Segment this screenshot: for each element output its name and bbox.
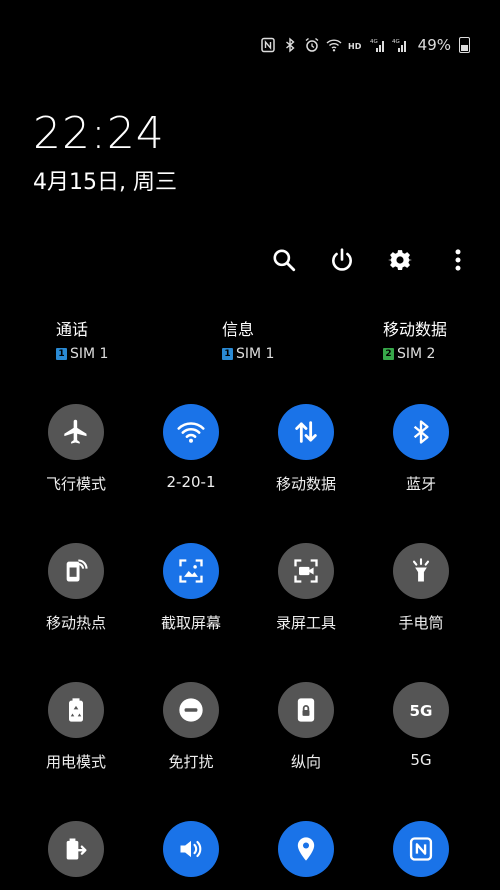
- tile-mobile-data[interactable]: 移动数据: [251, 404, 361, 494]
- more-vert-icon: [455, 249, 461, 271]
- tile-label: 免打扰: [168, 753, 214, 771]
- svg-text:5G: 5G: [410, 702, 433, 720]
- do-not-disturb-icon: [179, 698, 203, 722]
- gear-icon: [388, 250, 413, 271]
- battery-icon: [459, 37, 470, 53]
- tile-label: 2-20-1: [166, 473, 216, 491]
- search-button[interactable]: [270, 246, 298, 274]
- battery-level: 49%: [417, 36, 451, 54]
- alarm-icon: [304, 37, 320, 53]
- bluetooth-icon: [282, 37, 298, 53]
- more-options-button[interactable]: [444, 246, 472, 274]
- power-icon: [332, 248, 352, 271]
- tile-bluetooth[interactable]: 蓝牙: [366, 404, 476, 494]
- airplane-icon: [64, 419, 87, 444]
- portrait-lock-icon: [297, 698, 315, 722]
- sim-badge: 2: [383, 348, 394, 360]
- tile-do-not-disturb[interactable]: 免打扰: [136, 682, 246, 772]
- tile-screen-recorder[interactable]: 录屏工具: [251, 543, 361, 633]
- bluetooth-icon: [413, 420, 429, 444]
- nfc-icon: [260, 37, 276, 53]
- tile-flashlight[interactable]: 手电筒: [366, 543, 476, 633]
- tile-label: 飞行模式: [45, 475, 106, 493]
- sim-messages-title: 信息: [222, 320, 255, 339]
- tile-label: 5G: [410, 751, 432, 769]
- tile-label: 手电筒: [398, 614, 444, 632]
- search-icon: [273, 249, 296, 272]
- tile-nfc[interactable]: [366, 821, 476, 890]
- sim-mobile-data-value: SIM 2: [397, 346, 436, 362]
- screen-record-icon: [294, 559, 318, 583]
- tile-label: 移动数据: [275, 475, 336, 493]
- tile-power-share[interactable]: [21, 821, 131, 890]
- settings-button[interactable]: [386, 246, 414, 274]
- wifi-icon: [326, 37, 342, 53]
- tile-label: 蓝牙: [405, 475, 436, 493]
- tile-screenshot[interactable]: 截取屏幕: [136, 543, 246, 633]
- sim-calls-title: 通话: [56, 320, 89, 339]
- tile-5g[interactable]: 5G 5G: [366, 682, 476, 769]
- tile-airplane-mode[interactable]: 飞行模式: [21, 404, 131, 494]
- svg-text:4G: 4G: [392, 39, 400, 45]
- location-icon: [297, 837, 315, 861]
- signal-4g-icon: 4G: [392, 37, 408, 53]
- svg-text:HD: HD: [348, 42, 362, 51]
- sim-badge: 1: [56, 348, 67, 360]
- svg-text:4G: 4G: [370, 39, 378, 45]
- sim-badge: 1: [222, 348, 233, 360]
- sim-calls[interactable]: 通话 1 SIM 1: [56, 316, 108, 362]
- data-transfer-icon: [295, 421, 317, 443]
- tile-label: 截取屏幕: [160, 614, 221, 632]
- status-bar: HD 4G 4G 49%: [260, 36, 470, 54]
- tile-label: 纵向: [290, 753, 321, 771]
- tile-power-mode[interactable]: 用电模式: [21, 682, 131, 772]
- sim-mobile-data[interactable]: 移动数据 2 SIM 2: [383, 316, 447, 362]
- screenshot-icon: [179, 559, 203, 583]
- sim-messages[interactable]: 信息 1 SIM 1: [222, 316, 274, 362]
- tile-mobile-hotspot[interactable]: 移动热点: [21, 543, 131, 633]
- sim-preferences: 通话 1 SIM 1 信息 1 SIM 1 移动数据 2 SIM 2: [0, 316, 500, 366]
- power-mode-icon: [69, 698, 83, 722]
- sim-messages-value: SIM 1: [236, 346, 275, 362]
- power-button[interactable]: [328, 246, 356, 274]
- tile-label: 用电模式: [45, 753, 106, 771]
- panel-toolbar: [270, 246, 472, 274]
- tile-portrait[interactable]: 纵向: [251, 682, 361, 772]
- signal-4g-icon: 4G: [370, 37, 386, 53]
- sound-icon: [180, 840, 202, 858]
- sim-calls-value: SIM 1: [70, 346, 109, 362]
- power-share-icon: [66, 838, 87, 860]
- date[interactable]: 4月15日, 周三: [33, 164, 177, 196]
- 5g-icon: 5G: [410, 702, 433, 720]
- tile-label: 录屏工具: [275, 614, 336, 632]
- tile-label: 移动热点: [45, 614, 106, 632]
- tile-location[interactable]: [251, 821, 361, 890]
- sim-mobile-data-title: 移动数据: [383, 320, 448, 339]
- hd-icon: HD: [348, 37, 364, 53]
- hotspot-icon: [66, 559, 88, 582]
- flashlight-icon: [412, 558, 430, 582]
- clock: 22:24: [33, 108, 165, 159]
- wifi-icon: [177, 422, 205, 443]
- tile-sound[interactable]: [136, 821, 246, 890]
- nfc-icon: [409, 837, 433, 861]
- tile-wifi[interactable]: 2-20-1: [136, 404, 246, 491]
